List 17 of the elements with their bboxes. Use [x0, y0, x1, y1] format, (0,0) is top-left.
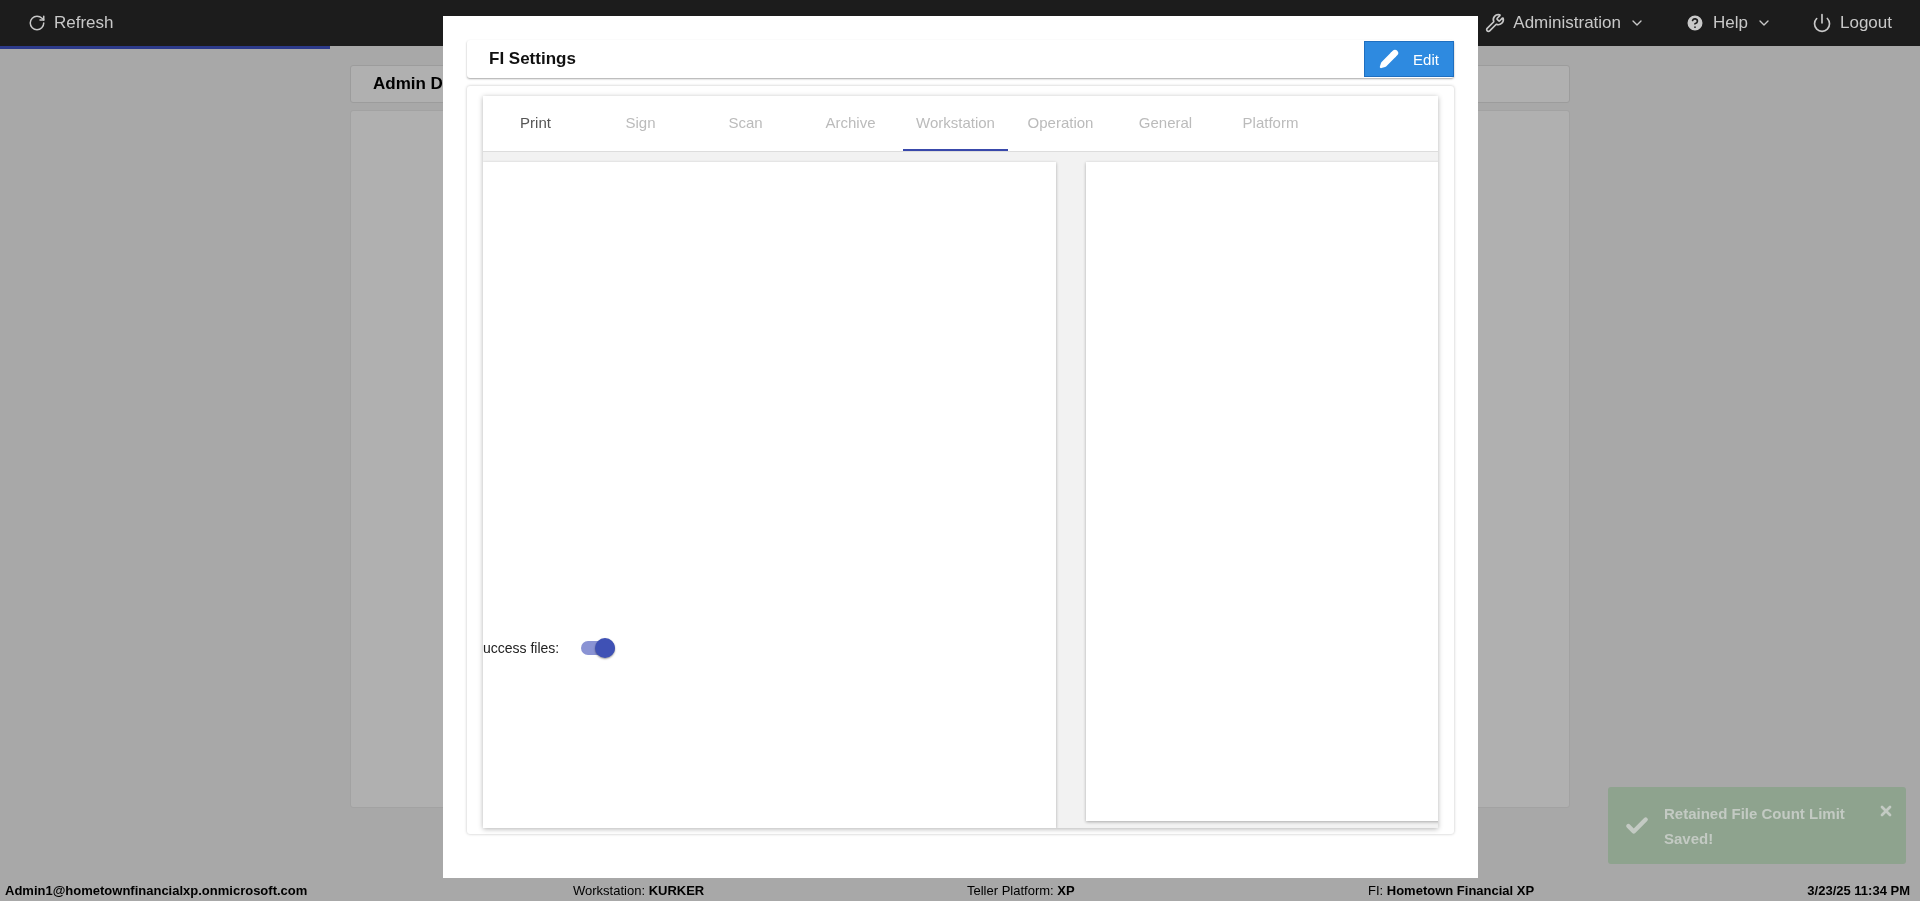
power-icon: [1812, 13, 1832, 33]
platform-text: Teller Platform: XP: [967, 883, 1075, 898]
refresh-icon: [28, 14, 46, 32]
fi-text: FI: Hometown Financial XP: [1368, 883, 1535, 898]
edit-button[interactable]: Edit: [1364, 41, 1454, 77]
setting-label: uccess files:: [483, 640, 560, 656]
toggle-switch[interactable]: [581, 641, 616, 655]
menu-button[interactable]: Administration: [1485, 13, 1646, 33]
menu-button[interactable]: Help: [1685, 13, 1772, 33]
user-email: Admin1@hometownfinancialxp.onmicrosoft.com: [5, 883, 308, 898]
refresh-button[interactable]: Refresh: [28, 13, 114, 33]
workstation-text: Workstation: KURKER: [573, 883, 705, 898]
wrench-icon: [1485, 13, 1506, 33]
help-icon: [1685, 13, 1706, 33]
pencil-icon: [1379, 49, 1400, 69]
menu-button[interactable]: Logout: [1812, 13, 1892, 33]
date-time: 3/23/25 11:34 PM: [1807, 883, 1910, 898]
